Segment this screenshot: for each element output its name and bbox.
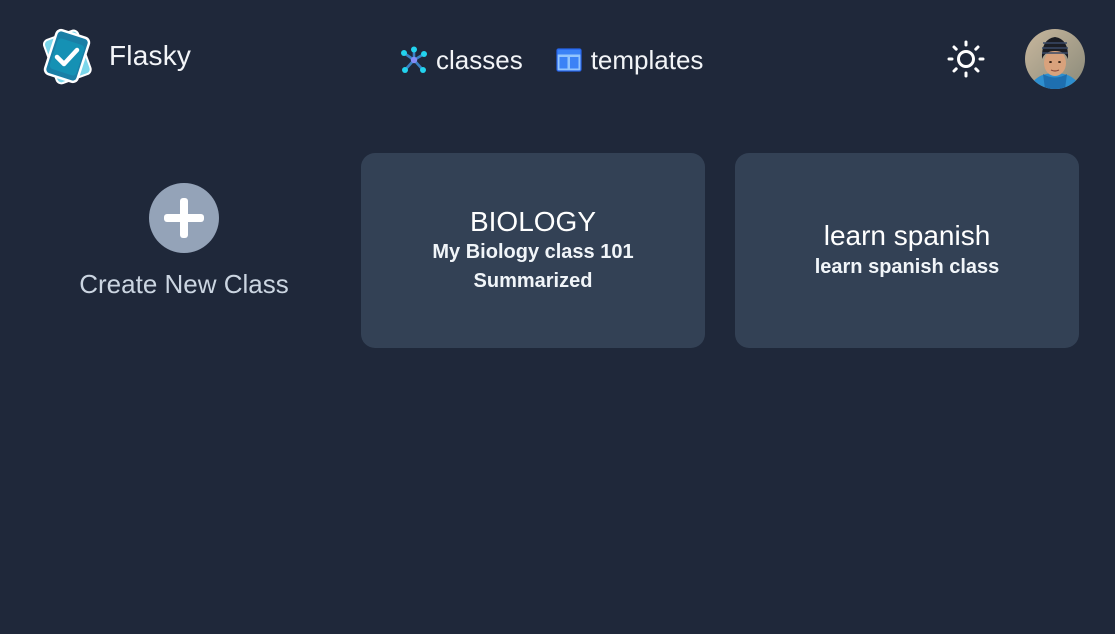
flasky-logo-icon — [42, 28, 92, 85]
create-class-button[interactable]: Create New Class — [44, 183, 324, 300]
plus-circle-icon — [149, 183, 219, 253]
nav-templates-label: templates — [590, 44, 704, 75]
class-card-subtitle: Summarized — [473, 270, 593, 293]
class-card-description: learn spanish class — [814, 255, 1000, 278]
nav-classes-label: classes — [436, 44, 523, 75]
sun-icon[interactable] — [946, 39, 986, 79]
nav-classes[interactable]: classes — [400, 42, 523, 78]
templates-layout-icon — [556, 48, 582, 72]
class-card-description: My Biology class 101 — [432, 241, 634, 264]
create-class-label: Create New Class — [79, 269, 289, 299]
user-avatar[interactable] — [1025, 29, 1085, 89]
main-nav: classes templates — [400, 42, 703, 78]
class-card-title: learn spanish — [823, 220, 991, 252]
avatar-photo — [1025, 29, 1085, 89]
class-card-learn-spanish[interactable]: learn spanish learn spanish class — [735, 153, 1079, 348]
class-card-biology[interactable]: BIOLOGY My Biology class 101 Summarized — [361, 153, 705, 348]
nav-templates[interactable]: templates — [555, 42, 704, 78]
brand-home-link[interactable]: Flasky — [36, 26, 191, 86]
class-card-title: BIOLOGY — [469, 205, 597, 237]
classes-network-icon — [401, 46, 427, 73]
app-name: Flasky — [109, 40, 192, 71]
